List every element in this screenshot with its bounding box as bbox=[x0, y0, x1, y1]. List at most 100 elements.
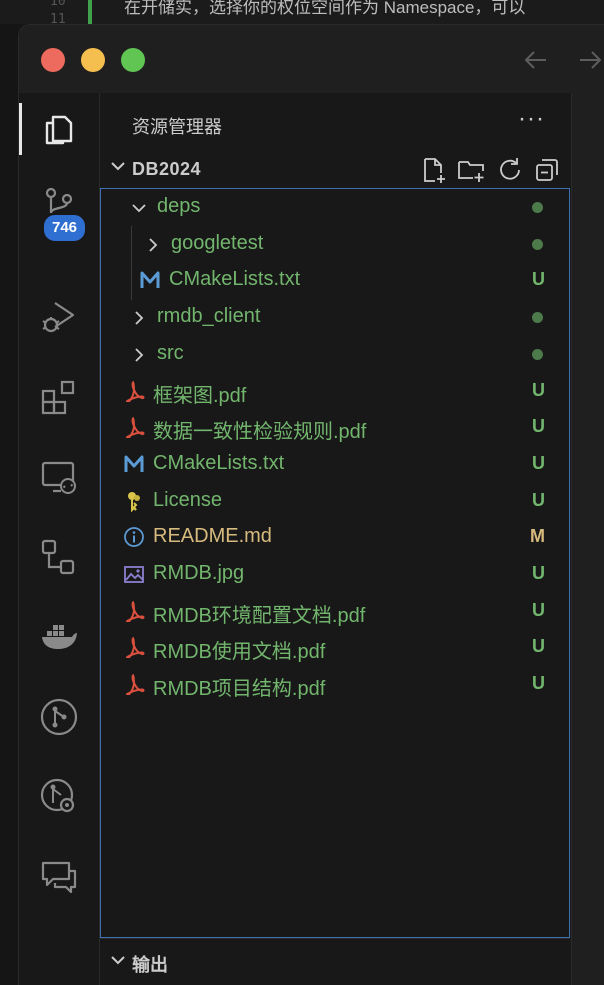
close-window-button[interactable] bbox=[41, 48, 65, 72]
tree-item-label: 框架图.pdf bbox=[153, 384, 247, 407]
chevron-down-icon bbox=[129, 198, 149, 223]
new-folder-icon[interactable] bbox=[456, 155, 486, 185]
activity-explorer[interactable] bbox=[19, 97, 99, 161]
new-file-icon[interactable] bbox=[418, 155, 448, 185]
workspace-section-header[interactable]: DB2024 bbox=[100, 151, 570, 187]
tree-item-label: RMDB使用文档.pdf bbox=[153, 641, 326, 664]
tree-item-label: CMakeLists.txt bbox=[153, 451, 285, 474]
explorer-sidebar: 资源管理器 ··· DB2024 deps googletest CMakeList… bbox=[100, 93, 570, 985]
chevron-right-icon bbox=[143, 235, 163, 260]
git-status-dot bbox=[532, 348, 543, 360]
code-line: 在开储实，选择你的权位空间作为 Namespace，可以 bbox=[124, 0, 526, 17]
cmake-file-icon bbox=[123, 453, 145, 475]
sidebar-title: 资源管理器 bbox=[132, 117, 222, 137]
line-number: 10 bbox=[50, 0, 66, 9]
git-status-badge: U bbox=[532, 563, 545, 583]
output-title: 输出 bbox=[132, 955, 168, 975]
git-status-badge: U bbox=[532, 636, 545, 657]
workspace-title: DB2024 bbox=[132, 159, 202, 179]
explorer-icon bbox=[45, 115, 73, 145]
git-graph-icon bbox=[40, 698, 78, 736]
pdf-file-icon bbox=[123, 416, 145, 439]
pdf-file-icon bbox=[123, 636, 145, 659]
tree-item[interactable]: deps bbox=[101, 189, 571, 226]
pdf-file-icon bbox=[123, 380, 145, 402]
minimize-window-button[interactable] bbox=[81, 48, 105, 72]
tree-item[interactable]: RMDB.jpg U bbox=[101, 556, 571, 593]
tree-item-label: src bbox=[157, 341, 184, 364]
tree-item[interactable]: 框架图.pdf U bbox=[101, 373, 571, 410]
background-editor: 10 11 在开储实，选择你的权位空间作为 Namespace，可以 bbox=[0, 0, 604, 24]
git-status-badge: U bbox=[532, 673, 545, 694]
tree-item-label: rmdb_client bbox=[157, 305, 261, 328]
arrow-left-icon[interactable] bbox=[521, 45, 551, 75]
activity-chat[interactable] bbox=[19, 845, 99, 909]
tree-item[interactable]: License U bbox=[101, 483, 571, 520]
arrow-right-icon[interactable] bbox=[575, 45, 604, 75]
tree-item[interactable]: src bbox=[101, 336, 571, 373]
tree-item[interactable]: RMDB项目结构.pdf U bbox=[101, 666, 571, 703]
git-status-badge: U bbox=[532, 269, 545, 290]
tree-item-label: deps bbox=[157, 195, 201, 217]
git-status-badge: M bbox=[530, 526, 545, 547]
tree-item-label: 数据一致性检验规则.pdf bbox=[153, 421, 367, 444]
chat-icon bbox=[41, 861, 77, 894]
chevron-right-icon bbox=[129, 345, 149, 370]
activity-extensions[interactable] bbox=[19, 365, 99, 429]
tree-item-label: RMDB项目结构.pdf bbox=[153, 678, 326, 701]
tree-item-label: googletest bbox=[171, 231, 264, 254]
git-status-badge: U bbox=[532, 489, 545, 510]
git-status-dot bbox=[532, 312, 543, 324]
tree-item-label: RMDB.jpg bbox=[153, 562, 245, 584]
tree-item[interactable]: rmdb_client bbox=[101, 299, 571, 336]
chevron-right-icon bbox=[129, 308, 149, 333]
git-status-badge: U bbox=[532, 599, 545, 620]
file-tree: deps googletest CMakeLists.txt Urmdb_client… bbox=[100, 188, 570, 938]
activity-git-graph[interactable] bbox=[19, 685, 99, 749]
tree-item[interactable]: 数据一致性检验规则.pdf U bbox=[101, 409, 571, 446]
tree-item-label: README.md bbox=[153, 525, 272, 548]
vscode-window: 746 资源管理器 ··· DB2024 deps googletest CMa… bbox=[18, 24, 604, 985]
activity-dependencies[interactable] bbox=[19, 525, 99, 589]
git-status-dot bbox=[532, 238, 543, 250]
editor-area-edge bbox=[571, 93, 604, 985]
activity-docker[interactable] bbox=[19, 605, 99, 669]
image-file-icon bbox=[123, 563, 145, 585]
refresh-icon[interactable] bbox=[494, 155, 524, 185]
tree-item[interactable]: googletest bbox=[101, 226, 571, 263]
tree-item-label: License bbox=[153, 488, 222, 511]
remote-explorer-icon bbox=[41, 461, 76, 494]
pdf-file-icon bbox=[123, 673, 145, 696]
git-status-badge: U bbox=[532, 379, 545, 400]
run-debug-icon bbox=[42, 302, 75, 333]
tree-item[interactable]: RMDB环境配置文档.pdf U bbox=[101, 593, 571, 630]
dependency-graph-icon bbox=[41, 539, 75, 575]
info-icon bbox=[123, 526, 145, 548]
collapse-all-icon[interactable] bbox=[532, 155, 562, 185]
scm-count-badge: 746 bbox=[42, 213, 88, 243]
activity-gitlens[interactable] bbox=[19, 765, 99, 829]
cmake-file-icon bbox=[139, 269, 161, 291]
license-key-icon bbox=[123, 490, 145, 512]
title-bar bbox=[19, 25, 604, 93]
extensions-icon bbox=[41, 380, 75, 415]
git-status-badge: U bbox=[532, 452, 545, 473]
pdf-file-icon bbox=[123, 600, 145, 622]
more-actions-button[interactable]: ··· bbox=[518, 105, 545, 133]
git-status-badge: U bbox=[532, 416, 545, 437]
tree-item[interactable]: CMakeLists.txt U bbox=[101, 446, 571, 483]
line-number: 11 bbox=[50, 12, 66, 24]
docker-icon bbox=[42, 625, 77, 649]
tree-item-label: CMakeLists.txt bbox=[169, 268, 301, 291]
activity-remote-explorer[interactable] bbox=[19, 445, 99, 509]
output-section-header[interactable]: 输出 bbox=[100, 938, 570, 985]
activity-run-debug[interactable] bbox=[19, 285, 99, 349]
chevron-down-icon bbox=[111, 162, 125, 171]
git-added-gutter-indicator bbox=[88, 0, 92, 24]
git-status-dot bbox=[532, 202, 543, 213]
tree-item[interactable]: CMakeLists.txt U bbox=[101, 262, 571, 299]
gitlens-icon bbox=[40, 778, 75, 813]
zoom-window-button[interactable] bbox=[121, 48, 145, 72]
tree-item[interactable]: README.md M bbox=[101, 519, 571, 556]
tree-item[interactable]: RMDB使用文档.pdf U bbox=[101, 629, 571, 666]
